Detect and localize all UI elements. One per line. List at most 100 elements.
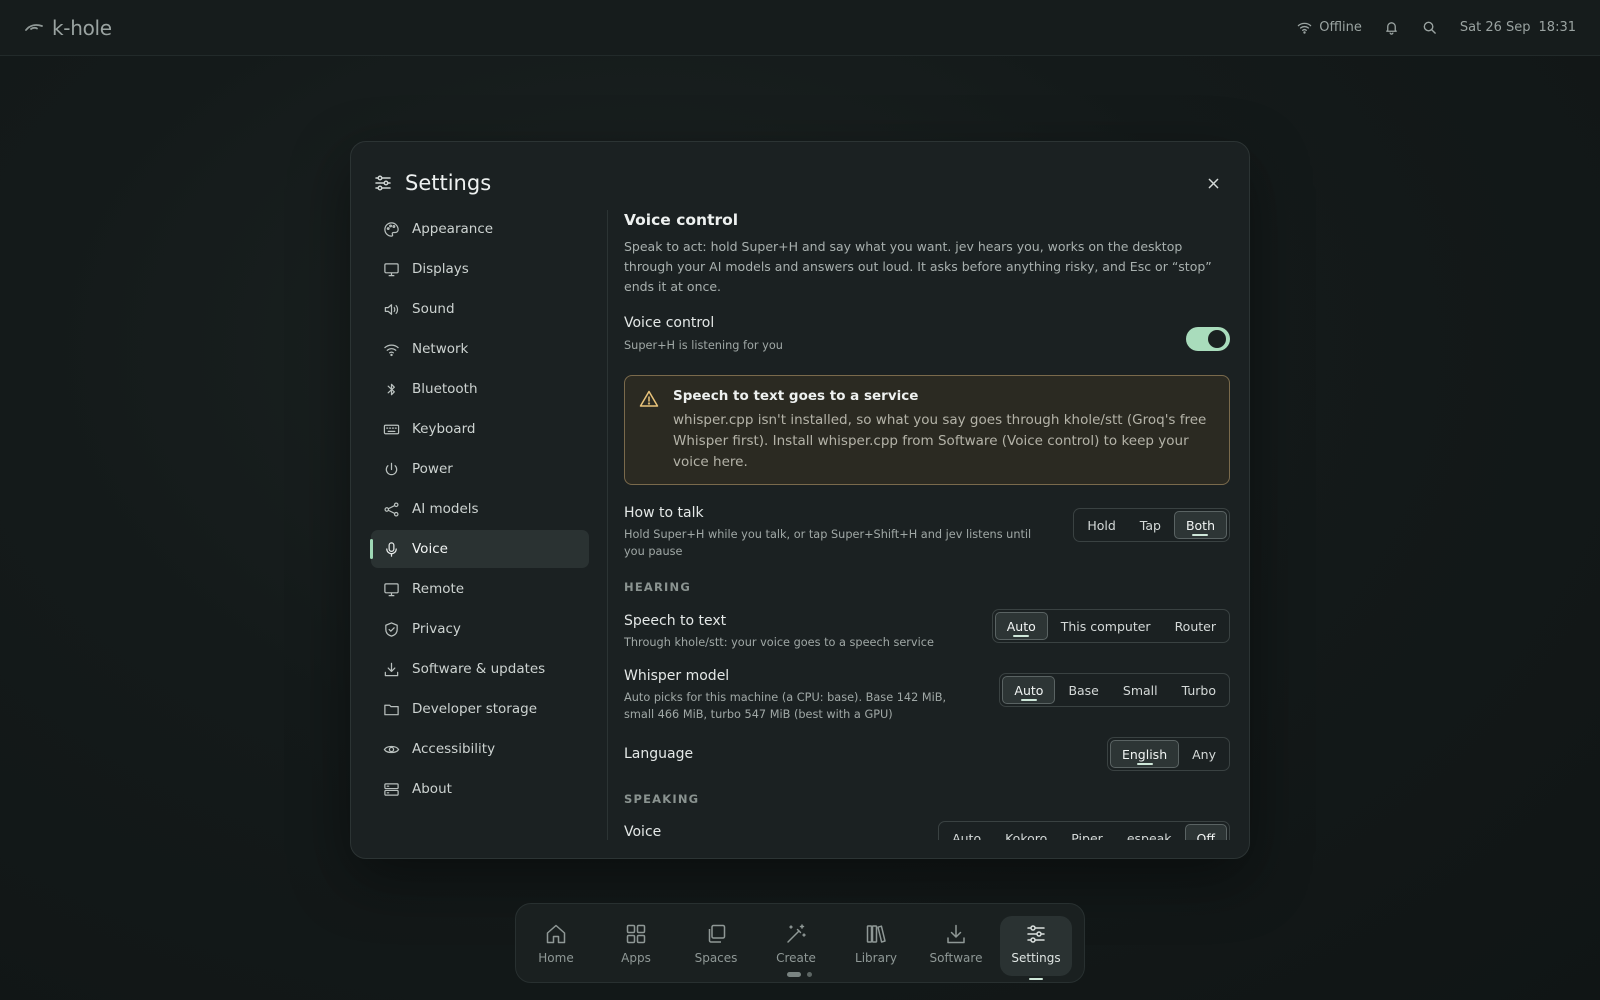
dock-item-software[interactable]: Software	[920, 916, 992, 976]
language-label: Language	[624, 746, 694, 762]
warning-title: Speech to text goes to a service	[673, 388, 919, 404]
option-turbo[interactable]: Turbo	[1171, 676, 1227, 704]
dock-item-label: Library	[855, 951, 897, 965]
sidebar-item-keyboard[interactable]: Keyboard	[371, 410, 589, 448]
sidebar-item-label: Software & updates	[412, 661, 546, 677]
search-icon[interactable]	[1422, 20, 1438, 36]
sidebar-item-appearance[interactable]: Appearance	[371, 210, 589, 248]
voice-control-row: Voice control Super+H is listening for y…	[624, 315, 1230, 354]
sidebar-item-privacy[interactable]: Privacy	[371, 610, 589, 648]
dock-item-spaces[interactable]: Spaces	[680, 916, 752, 976]
palette-icon	[384, 221, 399, 237]
sidebar-item-label: Power	[412, 461, 453, 477]
pager-dot[interactable]	[807, 972, 812, 977]
sidebar-item-network[interactable]: Network	[371, 330, 589, 368]
shield-check-icon	[385, 621, 398, 637]
clock[interactable]: Sat 26 Sep 18:31	[1460, 20, 1576, 35]
sliders-icon	[375, 175, 391, 191]
sidebar-item-label: Developer storage	[412, 701, 538, 717]
sidebar-item-label: Voice	[412, 541, 448, 557]
layers-icon	[708, 924, 726, 943]
sidebar-item-label: Keyboard	[412, 421, 476, 437]
voice-control-toggle[interactable]	[1186, 327, 1230, 351]
sidebar-item-developer-storage[interactable]: Developer storage	[371, 690, 589, 728]
section-title: Voice control	[624, 211, 739, 229]
home-icon	[546, 924, 566, 944]
microphone-icon	[386, 541, 397, 557]
sliders-icon	[1027, 925, 1045, 943]
stt-warning-banner: Speech to text goes to a service whisper…	[624, 375, 1230, 485]
sidebar-item-power[interactable]: Power	[371, 450, 589, 488]
wifi-icon	[1296, 20, 1312, 36]
option-base[interactable]: Base	[1057, 676, 1109, 704]
voice-label: Voice	[624, 824, 662, 840]
option-both[interactable]: Both	[1173, 511, 1227, 539]
option-this-computer[interactable]: This computer	[1050, 612, 1162, 640]
sidebar-item-ai-models[interactable]: AI models	[371, 490, 589, 528]
sidebar-item-sound[interactable]: Sound	[371, 290, 589, 328]
warning-text: whisper.cpp isn't installed, so what you…	[673, 412, 1207, 470]
option-auto[interactable]: Auto	[994, 612, 1048, 640]
warning-icon	[639, 390, 659, 407]
sidebar-item-displays[interactable]: Displays	[371, 250, 589, 288]
dock-item-settings[interactable]: Settings	[1000, 916, 1072, 976]
voice-settings-panel[interactable]: Voice control Speak to act: hold Super+H…	[624, 210, 1230, 840]
sidebar-item-software-updates[interactable]: Software & updates	[371, 650, 589, 688]
dock-item-library[interactable]: Library	[840, 916, 912, 976]
option-auto[interactable]: Auto	[941, 824, 992, 841]
option-small[interactable]: Small	[1112, 676, 1169, 704]
sidebar-item-voice[interactable]: Voice	[370, 530, 589, 568]
monitor-icon	[384, 262, 399, 276]
sidebar-item-bluetooth[interactable]: Bluetooth	[371, 370, 589, 408]
option-auto[interactable]: Auto	[1002, 676, 1056, 704]
dock-item-create[interactable]: Create	[760, 916, 832, 976]
option-hold[interactable]: Hold	[1076, 511, 1126, 539]
app-dock: Home Apps Spaces Create Library Software…	[515, 903, 1085, 983]
speech-to-text-label: Speech to text	[624, 613, 727, 629]
sidebar-item-accessibility[interactable]: Accessibility	[371, 730, 589, 768]
speaker-icon	[384, 303, 399, 315]
dock-item-home[interactable]: Home	[520, 916, 592, 976]
sidebar-item-about[interactable]: About	[371, 770, 589, 808]
option-off[interactable]: Off	[1184, 824, 1227, 840]
app-logo[interactable]: k-hole	[24, 16, 112, 40]
network-status-label: Offline	[1319, 20, 1362, 35]
option-piper[interactable]: Piper	[1060, 824, 1114, 841]
dock-item-apps[interactable]: Apps	[600, 916, 672, 976]
sidebar-item-label: Accessibility	[412, 741, 496, 757]
monitor-icon	[384, 582, 399, 596]
dock-item-label: Create	[776, 951, 816, 965]
clock-date: Sat 26 Sep	[1459, 20, 1531, 35]
voice-row: Voice Auto Kokoro Piper espeak Off	[624, 821, 1230, 840]
bluetooth-icon	[387, 383, 395, 395]
wifi-icon	[384, 344, 399, 356]
language-selector: English Any	[1106, 737, 1230, 771]
voice-control-sub: Super+H is listening for you	[624, 339, 783, 352]
how-to-talk-label: How to talk	[624, 505, 704, 521]
dialog-header: Settings	[373, 166, 1227, 200]
option-any[interactable]: Any	[1181, 740, 1227, 768]
dock-item-label: Apps	[621, 951, 651, 965]
voice-control-label: Voice control	[624, 315, 715, 331]
sidebar-item-label: Privacy	[412, 621, 461, 637]
voice-selector: Auto Kokoro Piper espeak Off	[938, 821, 1230, 840]
download-icon	[947, 924, 965, 944]
pager-dot-active[interactable]	[787, 972, 801, 977]
sidebar-item-remote[interactable]: Remote	[371, 570, 589, 608]
close-icon	[1208, 178, 1218, 188]
dock-pager[interactable]	[787, 972, 812, 977]
whisper-model-row: Whisper model Auto picks for this machin…	[624, 668, 1230, 723]
network-status[interactable]: Offline	[1296, 20, 1362, 36]
option-english[interactable]: English	[1109, 740, 1180, 768]
option-router[interactable]: Router	[1164, 612, 1227, 640]
close-button[interactable]	[1199, 169, 1227, 197]
bell-icon[interactable]	[1384, 20, 1400, 36]
option-kokoro[interactable]: Kokoro	[994, 824, 1058, 841]
top-bar: k-hole Offline Sat 26 Sep 18:31	[0, 0, 1600, 56]
option-espeak[interactable]: espeak	[1116, 824, 1183, 841]
whisper-model-label: Whisper model	[624, 668, 730, 684]
power-icon	[385, 462, 398, 475]
option-tap[interactable]: Tap	[1129, 511, 1172, 539]
server-icon	[384, 782, 399, 796]
sidebar-item-label: Network	[412, 341, 469, 357]
